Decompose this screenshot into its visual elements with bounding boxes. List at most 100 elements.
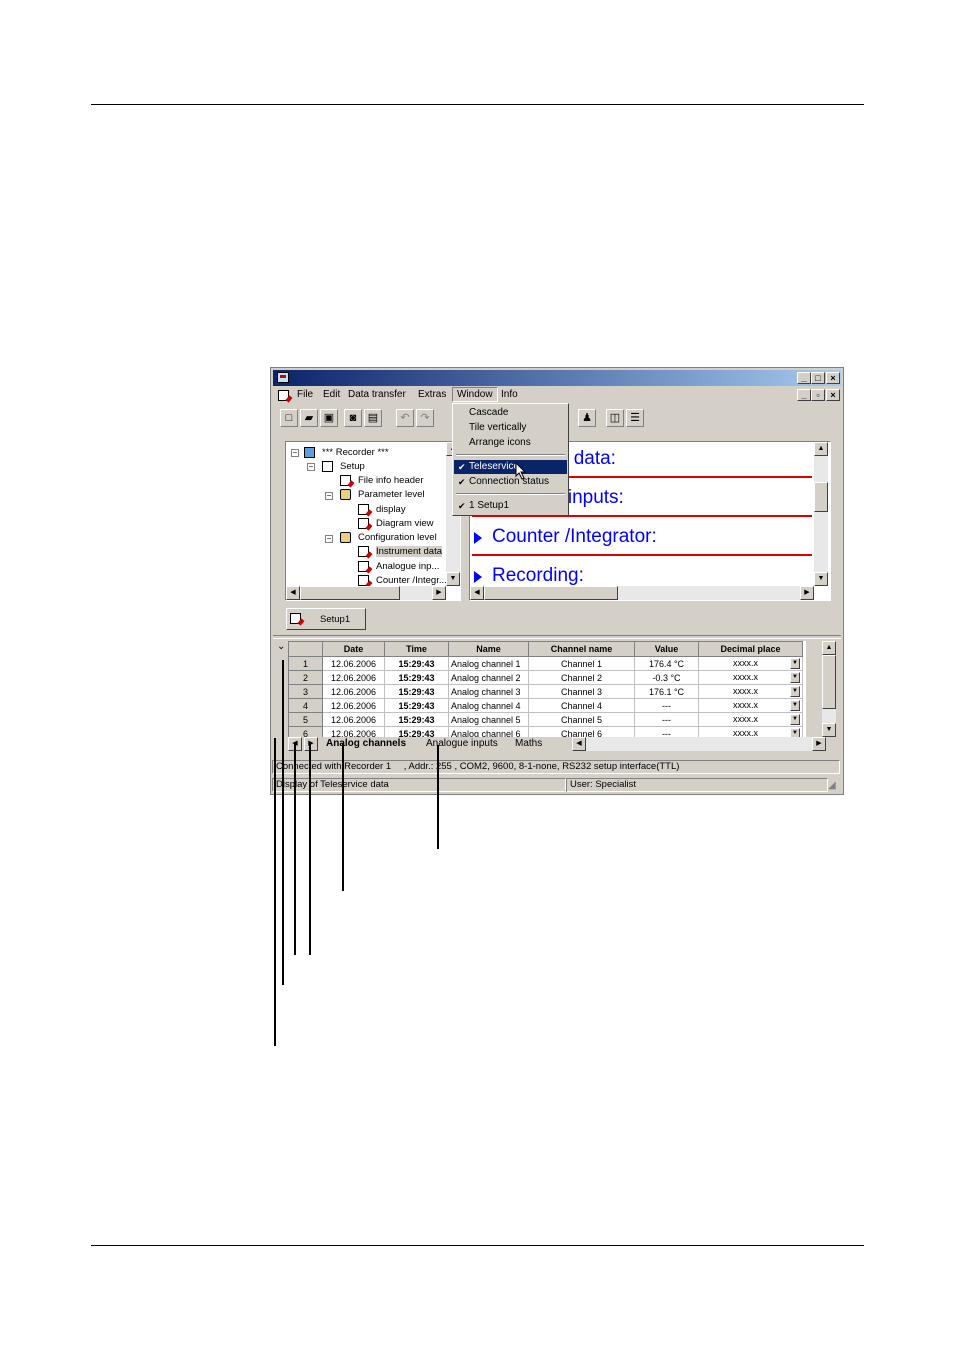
- decimal-place-cell[interactable]: ▼ xxxx.x: [698, 726, 803, 737]
- channel-name-cell[interactable]: Channel 3: [528, 684, 635, 699]
- row-number-cell[interactable]: 3: [288, 684, 323, 699]
- scroll-left-icon[interactable]: ◀: [286, 586, 300, 600]
- decimal-place-cell[interactable]: ▼ xxxx.x: [698, 698, 803, 713]
- scroll-up-icon[interactable]: ▲: [822, 641, 836, 655]
- tree-node-display[interactable]: display: [376, 504, 406, 515]
- time-cell[interactable]: 15:29:43: [384, 726, 449, 737]
- child-minimize-button[interactable]: _: [797, 389, 811, 401]
- tree-node-setup[interactable]: Setup: [340, 461, 365, 472]
- channel-name-cell[interactable]: Channel 2: [528, 670, 635, 685]
- row-number-cell[interactable]: 2: [288, 670, 323, 685]
- menu-item-arrange-icons[interactable]: Arrange icons: [454, 436, 567, 450]
- user-icon[interactable]: ♟: [578, 409, 596, 427]
- print-icon[interactable]: ▤: [364, 409, 382, 427]
- table-row[interactable]: 5 12.06.2006 15:29:43 Analog channel 5 Chann…: [288, 712, 803, 727]
- tree-node-diagram-view[interactable]: Diagram view: [376, 518, 434, 529]
- scroll-left-icon[interactable]: ◀: [572, 737, 586, 751]
- grid-vertical-scrollbar[interactable]: ▲ ▼: [822, 641, 836, 737]
- scroll-right-icon[interactable]: ▶: [800, 586, 814, 600]
- close-button[interactable]: ×: [826, 372, 840, 384]
- date-cell[interactable]: 12.06.2006: [322, 698, 385, 713]
- scroll-thumb[interactable]: [484, 586, 618, 600]
- column-date[interactable]: Date: [322, 641, 385, 657]
- menu-item-teleservice[interactable]: ✔ Teleservice: [454, 460, 567, 474]
- menu-file[interactable]: File: [297, 389, 313, 400]
- table-row[interactable]: 1 12.06.2006 15:29:43 Analog channel 1 Chann…: [288, 656, 803, 671]
- tree-node-file-info-header[interactable]: File info header: [358, 475, 423, 486]
- scroll-right-icon[interactable]: ▶: [432, 586, 446, 600]
- value-cell[interactable]: ---: [634, 726, 699, 737]
- table-row[interactable]: 3 12.06.2006 15:29:43 Analog channel 3 Chann…: [288, 684, 803, 699]
- sheet-tab-maths[interactable]: Maths: [515, 738, 542, 749]
- row-number-cell[interactable]: 4: [288, 698, 323, 713]
- menu-data-transfer[interactable]: Data transfer: [348, 389, 406, 400]
- time-cell[interactable]: 15:29:43: [384, 712, 449, 727]
- menu-extras[interactable]: Extras: [418, 389, 446, 400]
- header-row-number[interactable]: [288, 641, 323, 657]
- child-restore-button[interactable]: ▫: [811, 389, 825, 401]
- redo-icon[interactable]: ↷: [416, 409, 434, 427]
- tile-windows-icon[interactable]: ☰: [626, 409, 644, 427]
- decimal-place-cell[interactable]: ▼ xxxx.x: [698, 670, 803, 685]
- cascade-windows-icon[interactable]: ◫: [606, 409, 624, 427]
- date-cell[interactable]: 12.06.2006: [322, 712, 385, 727]
- time-cell[interactable]: 15:29:43: [384, 684, 449, 699]
- child-close-button[interactable]: ×: [826, 389, 840, 401]
- save-icon[interactable]: ▣: [320, 409, 338, 427]
- sheet-horizontal-scrollbar[interactable]: ◀ ▶: [572, 737, 826, 751]
- scroll-up-icon[interactable]: ▲: [814, 442, 828, 456]
- column-decimal-place[interactable]: Decimal place: [698, 641, 803, 657]
- scroll-left-icon[interactable]: ◀: [470, 586, 484, 600]
- channel-name-cell[interactable]: Channel 1: [528, 656, 635, 671]
- tree-node-parameter-level[interactable]: Parameter level: [358, 489, 425, 500]
- section-recording[interactable]: Recording:: [492, 565, 584, 587]
- tree-node-instrument-data[interactable]: Instrument data: [376, 546, 443, 557]
- new-file-icon[interactable]: □: [280, 409, 298, 427]
- value-cell[interactable]: 176.4 °C: [634, 656, 699, 671]
- scroll-down-icon[interactable]: ▼: [814, 572, 828, 586]
- dropdown-arrow-icon[interactable]: ▼: [790, 686, 800, 697]
- tab-scroll-right-icon[interactable]: ▶: [304, 737, 318, 751]
- decimal-place-cell[interactable]: ▼ xxxx.x: [698, 684, 803, 699]
- date-cell[interactable]: 12.06.2006: [322, 684, 385, 699]
- content-horizontal-scrollbar[interactable]: ◀ ▶: [470, 586, 814, 600]
- menu-item-cascade[interactable]: Cascade: [454, 406, 567, 420]
- collapse-icon[interactable]: −: [325, 535, 333, 543]
- decimal-place-cell[interactable]: ▼ xxxx.x: [698, 712, 803, 727]
- row-number-cell[interactable]: 5: [288, 712, 323, 727]
- tree-node-analogue-inputs[interactable]: Analogue inp...: [376, 561, 439, 572]
- scroll-thumb[interactable]: [300, 586, 400, 600]
- undo-icon[interactable]: ↶: [396, 409, 414, 427]
- menu-item-tile-vertically[interactable]: Tile vertically: [454, 421, 567, 435]
- dropdown-arrow-icon[interactable]: ▼: [790, 700, 800, 711]
- decimal-place-cell[interactable]: ▼ xxxx.x: [698, 656, 803, 671]
- sheet-tab-analog-channels[interactable]: Analog channels: [326, 738, 406, 749]
- column-channel-name[interactable]: Channel name: [528, 641, 635, 657]
- name-cell[interactable]: Analog channel 5: [448, 712, 529, 727]
- name-cell[interactable]: Analog channel 2: [448, 670, 529, 685]
- menu-window[interactable]: Window: [452, 387, 498, 402]
- dropdown-arrow-icon[interactable]: ▼: [790, 672, 800, 683]
- menu-item-setup1[interactable]: ✔ 1 Setup1: [454, 499, 567, 513]
- value-cell[interactable]: 176.1 °C: [634, 684, 699, 699]
- minimize-button[interactable]: _: [797, 372, 811, 384]
- section-counter-integrator[interactable]: Counter /Integrator:: [492, 526, 657, 548]
- menu-edit[interactable]: Edit: [323, 389, 340, 400]
- tree-node-counter-integrator[interactable]: Counter /Integr...: [376, 575, 447, 586]
- tree-node-configuration-level[interactable]: Configuration level: [358, 532, 437, 543]
- panel-collapse-icon[interactable]: ⌄: [277, 641, 287, 657]
- date-cell[interactable]: 12.06.2006: [322, 726, 385, 737]
- tree-node-recorder[interactable]: *** Recorder ***: [322, 447, 389, 458]
- dropdown-arrow-icon[interactable]: ▼: [790, 658, 800, 669]
- expand-arrow-icon[interactable]: [474, 571, 482, 583]
- column-value[interactable]: Value: [634, 641, 699, 657]
- tree-horizontal-scrollbar[interactable]: ◀ ▶: [286, 586, 446, 600]
- channel-name-cell[interactable]: Channel 4: [528, 698, 635, 713]
- scroll-thumb[interactable]: [822, 655, 836, 709]
- time-cell[interactable]: 15:29:43: [384, 670, 449, 685]
- value-cell[interactable]: ---: [634, 712, 699, 727]
- content-vertical-scrollbar[interactable]: ▲ ▼: [814, 442, 828, 586]
- row-number-cell[interactable]: 1: [288, 656, 323, 671]
- expand-arrow-icon[interactable]: [474, 532, 482, 544]
- column-time[interactable]: Time: [384, 641, 449, 657]
